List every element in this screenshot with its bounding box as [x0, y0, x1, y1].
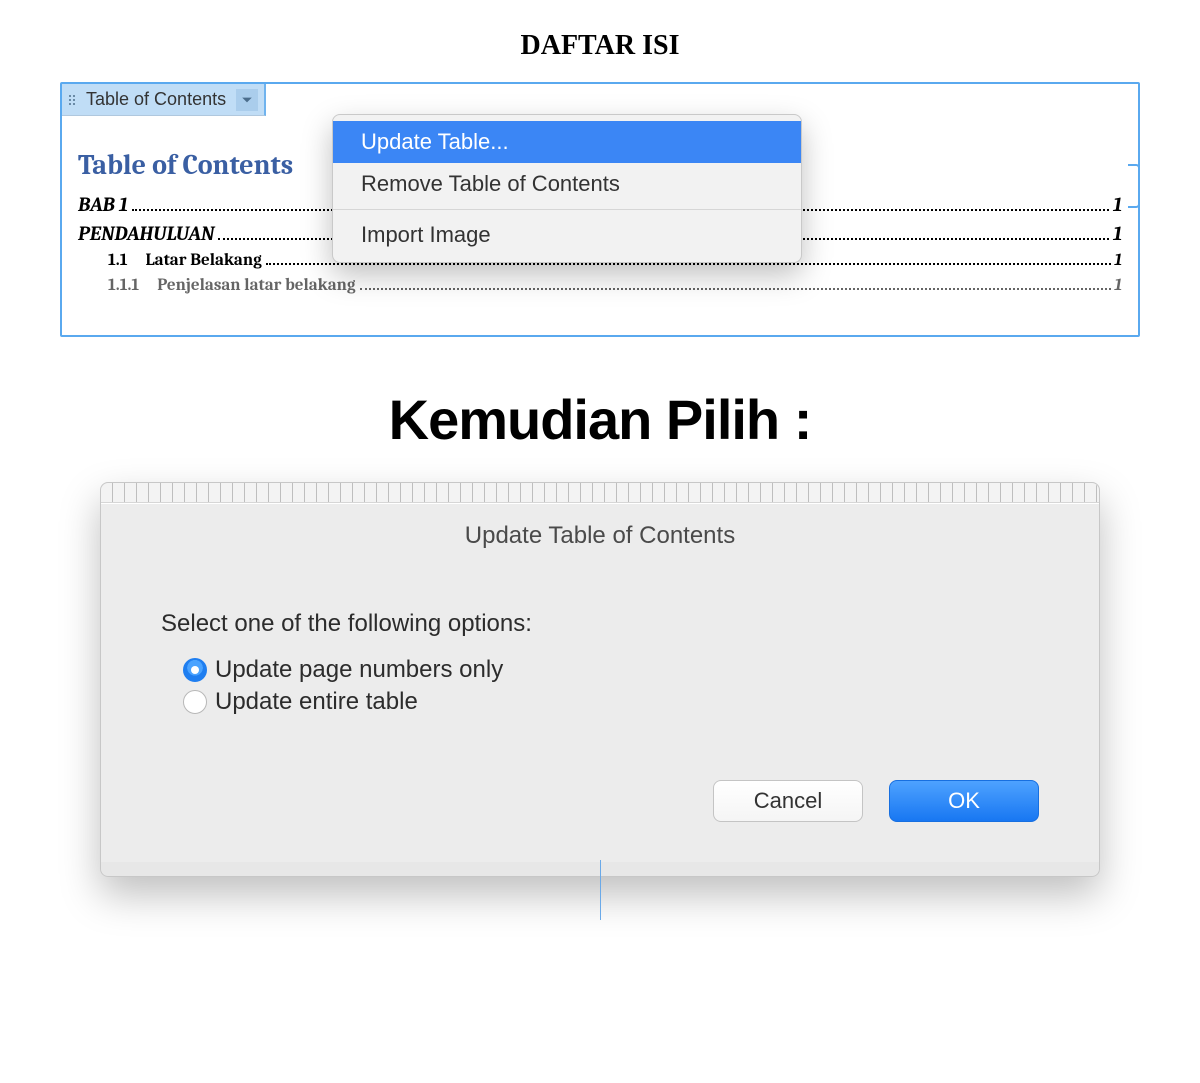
instruction-heading: Kemudian Pilih :	[60, 387, 1140, 452]
radio-option-page-numbers[interactable]: Update page numbers only	[183, 656, 1039, 684]
menu-separator	[333, 209, 801, 210]
menu-item-update-table[interactable]: Update Table...	[333, 121, 801, 163]
toc-entry-page: 1	[1115, 276, 1122, 295]
dialog-title: Update Table of Contents	[101, 504, 1099, 610]
toc-leader-dots	[360, 278, 1111, 290]
menu-item-import-image[interactable]: Import Image	[333, 214, 801, 256]
toc-entry-label: Penjelasan latar belakang	[157, 276, 355, 295]
toc-field-container[interactable]: Table of Contents Table of Contents BAB …	[60, 82, 1140, 337]
dialog-button-row: Cancel OK	[101, 750, 1099, 842]
toc-entry-label: BAB 1	[78, 193, 128, 216]
radio-selected-icon[interactable]	[183, 658, 207, 682]
dialog-prompt: Select one of the following options:	[161, 610, 1039, 638]
toc-entry-number: 1.1.1	[108, 276, 139, 295]
update-toc-dialog-screenshot: Update Table of Contents Select one of t…	[100, 482, 1100, 877]
toc-entry-number: 1.1	[108, 251, 127, 270]
toc-context-menu: Update Table... Remove Table of Contents…	[332, 114, 802, 263]
document-edge-marker	[101, 862, 1099, 876]
toc-entry-page: 1	[1113, 193, 1122, 216]
ruler	[101, 483, 1099, 503]
ok-button[interactable]: OK	[889, 780, 1039, 822]
radio-unselected-icon[interactable]	[183, 690, 207, 714]
menu-item-remove-toc[interactable]: Remove Table of Contents	[333, 163, 801, 205]
drag-grip-icon[interactable]	[66, 95, 78, 105]
toc-entry-label: Latar Belakang	[145, 251, 261, 270]
toc-dropdown-button[interactable]	[236, 89, 258, 111]
toc-entry-page: 1	[1115, 251, 1122, 270]
radio-label: Update page numbers only	[215, 656, 503, 684]
cancel-button[interactable]: Cancel	[713, 780, 863, 822]
radio-option-entire-table[interactable]: Update entire table	[183, 688, 1039, 716]
toc-entry[interactable]: 1.1.1 Penjelasan latar belakang 1	[78, 276, 1122, 295]
chevron-down-icon	[241, 94, 253, 106]
update-toc-dialog: Update Table of Contents Select one of t…	[101, 503, 1099, 862]
radio-label: Update entire table	[215, 688, 418, 716]
toc-tab-label: Table of Contents	[86, 89, 226, 110]
toc-entry-page: 1	[1113, 222, 1122, 245]
toc-entry-label: PENDAHULUAN	[78, 222, 214, 245]
document-title: DAFTAR ISI	[60, 30, 1140, 62]
toc-field-tab[interactable]: Table of Contents	[60, 82, 266, 116]
